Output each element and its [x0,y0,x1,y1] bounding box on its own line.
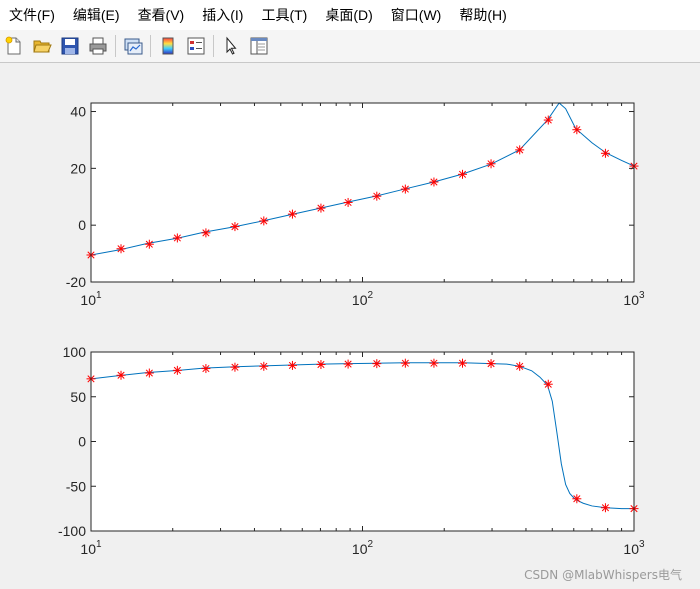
y-tick-label: 0 [78,434,86,450]
data-point-marker [457,358,467,368]
data-point-marker [400,358,410,368]
data-point-marker [457,169,467,179]
y-tick-label: 50 [70,389,86,405]
x-tick-label: 103 [623,290,645,308]
figure-canvas: 40 20 0 -20 101 102 103 100 50 0 -50 -100 101 102 103 [0,63,700,589]
data-point-marker [429,177,439,187]
data-point-marker [600,148,610,158]
data-point-marker [259,361,269,371]
data-point-marker [543,379,553,389]
toolbar-separator [150,35,151,57]
data-point-marker [259,216,269,226]
y-tick-label: 100 [63,344,87,360]
data-point-marker [172,365,182,375]
axes-background [91,352,634,531]
plots-svg: 40200-20101 102 103100500-50-100101 102 103 [58,102,645,557]
x-tick-label: 101 [80,290,102,308]
data-point-marker [372,191,382,201]
data-point-marker [230,222,240,232]
data-point-marker [172,233,182,243]
data-point-marker [515,145,525,155]
data-point-marker [343,197,353,207]
x-tick-label: 102 [352,539,374,557]
data-point-marker [144,239,154,249]
y-tick-label: 40 [70,104,86,120]
data-point-marker [316,360,326,370]
data-point-marker [116,244,126,254]
data-point-marker [343,359,353,369]
save-icon[interactable] [59,35,81,57]
data-point-marker [201,364,211,374]
y-tick-label: 20 [70,160,86,176]
new-file-icon[interactable] [3,35,25,57]
data-point-marker [572,125,582,135]
figure-window: 文件(F) 编辑(E) 查看(V) 插入(I) 工具(T) 桌面(D) 窗口(W… [0,0,700,589]
toolbar-separator [115,35,116,57]
print-icon[interactable] [87,35,109,57]
menu-file[interactable]: 文件(F) [0,0,64,30]
colorbar-icon[interactable] [157,35,179,57]
x-tick-label: 103 [623,539,645,557]
data-point-marker [230,362,240,372]
menu-insert[interactable]: 插入(I) [193,0,252,30]
axes-background [91,103,634,282]
menu-tools[interactable]: 工具(T) [252,0,316,30]
link-plot-icon[interactable] [122,35,144,57]
pointer-icon[interactable] [220,35,242,57]
data-point-marker [600,503,610,513]
data-point-marker [486,359,496,369]
property-editor-icon[interactable] [248,35,270,57]
y-tick-label: -20 [66,274,86,290]
data-point-marker [316,203,326,213]
menu-help[interactable]: 帮助(H) [450,0,515,30]
y-tick-label: -50 [66,478,86,494]
data-point-marker [486,159,496,169]
menu-edit[interactable]: 编辑(E) [64,0,129,30]
axes-1: 40 20 0 -20101 102 103 [66,102,645,308]
menu-desktop[interactable]: 桌面(D) [316,0,381,30]
axes-2: 100 50 0 -50 -100101 102 103 [58,344,645,557]
open-folder-icon[interactable] [31,35,53,57]
y-tick-label: -100 [58,523,86,539]
data-point-marker [144,368,154,378]
y-tick-label: 0 [78,217,86,233]
data-point-marker [543,115,553,125]
data-point-marker [287,360,297,370]
data-point-marker [515,361,525,371]
toolbar-separator [213,35,214,57]
toolbar [0,30,700,63]
x-tick-label: 102 [352,290,374,308]
menu-bar: 文件(F) 编辑(E) 查看(V) 插入(I) 工具(T) 桌面(D) 窗口(W… [0,0,700,30]
watermark: CSDN @MlabWhispers电气 [524,568,682,582]
menu-window[interactable]: 窗口(W) [382,0,451,30]
data-point-marker [372,359,382,369]
x-tick-label: 101 [80,539,102,557]
data-point-marker [287,209,297,219]
legend-icon[interactable] [185,35,207,57]
data-point-marker [429,358,439,368]
data-point-marker [400,184,410,194]
menu-view[interactable]: 查看(V) [129,0,194,30]
data-point-marker [201,228,211,238]
data-point-marker [116,370,126,380]
data-point-marker [572,494,582,504]
